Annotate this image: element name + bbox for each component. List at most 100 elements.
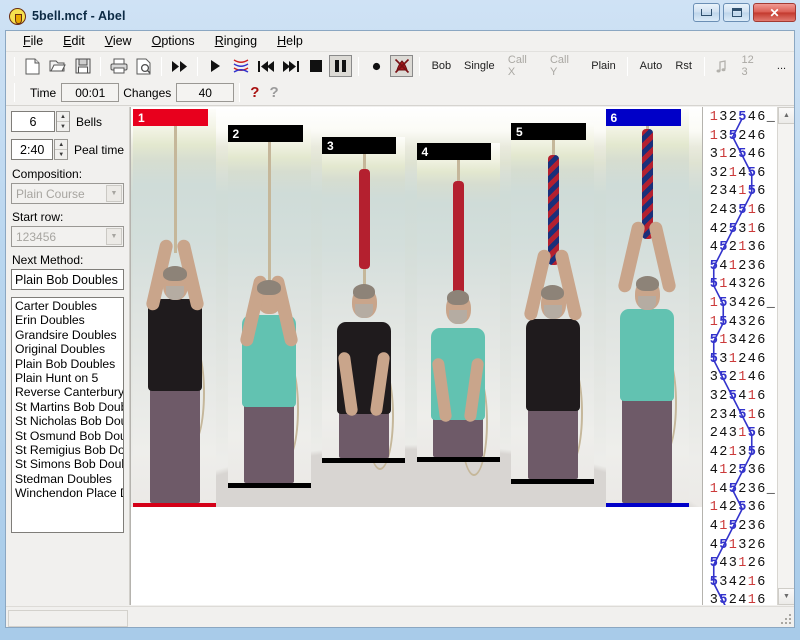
call-x-button[interactable]: Call X [502, 54, 542, 78]
call-y-button[interactable]: Call Y [544, 54, 584, 78]
pealtime-stepper-down[interactable]: ▼ [55, 149, 67, 159]
list-item[interactable]: Grandsire Doubles [14, 328, 123, 342]
list-item[interactable]: St Remigius Bob Do [14, 443, 123, 457]
pealtime-stepper[interactable]: ▲ ▼ [54, 139, 68, 160]
resize-grip[interactable] [779, 612, 793, 626]
pealtime-stepper-up[interactable]: ▲ [55, 140, 67, 149]
menu-ringing[interactable]: Ringing [206, 32, 266, 50]
row-digit: 5 [738, 202, 747, 218]
call-single-button[interactable]: Single [459, 55, 500, 77]
ringer-4[interactable]: 4 [416, 107, 500, 507]
menu-view[interactable]: View [96, 32, 141, 50]
list-item[interactable]: Carter Doubles [14, 299, 123, 313]
list-item[interactable]: St Martins Bob Doub [14, 400, 123, 414]
skip-end-icon[interactable] [279, 55, 302, 77]
help-grey-icon[interactable]: ? [269, 84, 278, 101]
ringer-2[interactable]: 2 [227, 107, 311, 507]
bells-stepper-down[interactable]: ▼ [57, 121, 69, 131]
bells-stepper-up[interactable]: ▲ [57, 112, 69, 121]
pealtime-input[interactable]: 2:40 [11, 139, 54, 160]
ringer-video [322, 137, 405, 470]
menu-options[interactable]: Options [143, 32, 204, 50]
composition-select[interactable]: Plain Course ▼ [11, 183, 124, 204]
list-item[interactable]: St Simons Bob Doub [14, 457, 123, 471]
call-bob-button[interactable]: Bob [426, 55, 457, 77]
menu-edit[interactable]: Edit [54, 32, 94, 50]
bells-stepper[interactable]: ▲ ▼ [56, 111, 70, 132]
minimize-button[interactable] [693, 3, 720, 22]
list-item[interactable]: Reverse Canterbury [14, 385, 123, 399]
ringer-5[interactable]: 5 [511, 107, 594, 507]
row-line: 421356 [703, 444, 777, 463]
fast-forward-icon[interactable] [168, 55, 191, 77]
numbers-icon[interactable]: 12 3 [736, 54, 768, 78]
menu-file[interactable]: File [14, 32, 52, 50]
new-file-icon[interactable] [21, 55, 44, 77]
chevron-down-icon[interactable]: ▼ [106, 228, 122, 245]
row-digit: 3 [738, 444, 747, 460]
stop-icon[interactable] [304, 55, 327, 77]
ringer-1[interactable]: 1 [133, 107, 216, 507]
close-button[interactable]: ✕ [753, 3, 796, 22]
bell-label-2: 2 [227, 125, 303, 142]
mute-bell-icon[interactable] [390, 55, 413, 77]
blue-line-icon[interactable] [229, 55, 252, 77]
window-controls: ✕ [693, 3, 796, 22]
ringer-beard [354, 304, 373, 318]
list-item[interactable]: Erin Doubles [14, 313, 123, 327]
print-preview-icon[interactable] [132, 55, 155, 77]
reset-button[interactable]: Rst [670, 55, 698, 77]
nextmethod-input[interactable]: Plain Bob Doubles [11, 269, 124, 290]
rows-scrollbar[interactable]: ▲ ▼ [777, 107, 794, 605]
auto-button[interactable]: Auto [634, 55, 668, 77]
list-item[interactable]: Winchendon Place D [14, 486, 123, 500]
print-icon[interactable] [107, 55, 130, 77]
list-item[interactable]: St Osmund Bob Dou [14, 429, 123, 443]
row-line: 514326 [703, 276, 777, 295]
ringer-hair [162, 266, 187, 281]
list-item[interactable]: Plain Hunt on 5 [14, 371, 123, 385]
row-digit: 2 [728, 240, 737, 256]
open-file-icon[interactable] [46, 55, 69, 77]
row-digit: 6 [757, 593, 766, 605]
rewind-start-icon[interactable] [254, 55, 277, 77]
row-digit: 2 [738, 481, 747, 497]
chevron-down-icon[interactable]: ▼ [106, 185, 122, 202]
time-value: 00:01 [61, 83, 120, 102]
ringer-3[interactable]: 3 [322, 107, 405, 507]
rows-panel[interactable]: 132546_ 135246 312546 321456 234156 243516 425… [702, 107, 794, 605]
method-list[interactable]: Carter Doubles Erin Doubles Grandsire Doub… [11, 297, 124, 533]
row-digit: 6 [757, 258, 766, 274]
music-note-icon[interactable] [711, 55, 734, 77]
pause-icon[interactable] [329, 55, 352, 77]
row-digit: 4 [747, 128, 756, 144]
row-digit: 4 [728, 277, 737, 293]
sally [453, 181, 464, 301]
list-item[interactable]: Plain Bob Doubles [14, 357, 123, 371]
record-dot-icon[interactable] [365, 55, 388, 77]
scroll-up-icon[interactable]: ▲ [778, 107, 794, 124]
nextmethod-label: Next Method: [12, 253, 84, 267]
startrow-select[interactable]: 123456 ▼ [11, 226, 124, 247]
play-icon[interactable] [204, 55, 227, 77]
bells-label: Bells [76, 114, 103, 129]
bells-input[interactable]: 6 [11, 111, 55, 132]
row-digit: 3 [719, 128, 728, 144]
dashes-icon[interactable]: ... [770, 55, 793, 77]
ringer-hair [352, 284, 375, 299]
ringer-video [605, 109, 689, 507]
scroll-down-icon[interactable]: ▼ [778, 588, 794, 605]
maximize-button[interactable] [723, 3, 750, 22]
list-item[interactable]: Stedman Doubles [14, 472, 123, 486]
row-digit: 2 [747, 314, 756, 330]
row-digit: 5 [709, 333, 718, 349]
call-plain-button[interactable]: Plain [586, 55, 621, 77]
list-item[interactable]: St Nicholas Bob Dou [14, 414, 123, 428]
row-digit: 4 [728, 184, 737, 200]
menu-bar: File Edit View Options Ringing Help [6, 31, 794, 52]
save-file-icon[interactable] [71, 55, 94, 77]
ringer-6[interactable]: 6 [605, 107, 689, 507]
list-item[interactable]: Original Doubles [14, 342, 123, 356]
menu-help[interactable]: Help [268, 32, 312, 50]
help-red-icon[interactable]: ? [250, 84, 259, 101]
